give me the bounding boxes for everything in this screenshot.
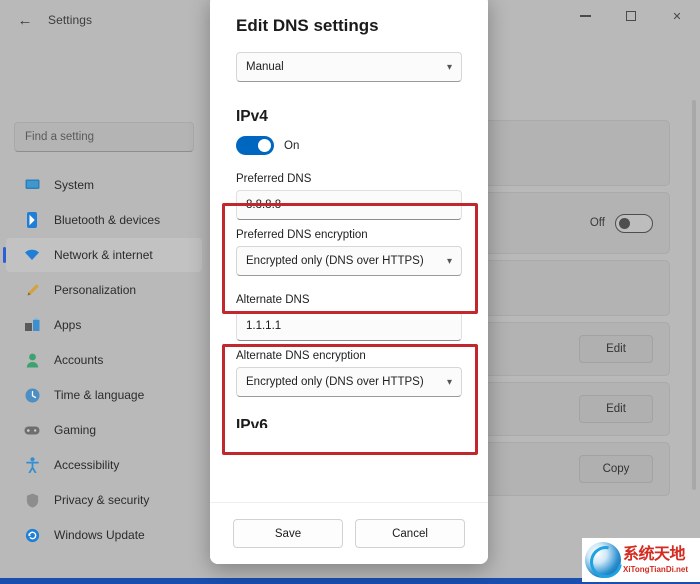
sidebar-item-label: Accounts (54, 353, 104, 367)
sidebar-item-label: Time & language (54, 388, 145, 402)
sidebar-item-privacy-security[interactable]: Privacy & security (6, 483, 202, 517)
dialog-title: Edit DNS settings (236, 16, 379, 35)
sidebar-item-system[interactable]: System (6, 168, 202, 202)
metered-connection-toggle[interactable] (615, 213, 653, 233)
bluetooth-icon (22, 211, 42, 229)
search-input[interactable]: Find a setting (14, 122, 194, 152)
copy-button[interactable]: Copy (579, 455, 653, 483)
monitor-icon (22, 176, 42, 194)
person-icon (22, 351, 42, 369)
preferred-dns-encryption-value: Encrypted only (DNS over HTTPS) (246, 255, 424, 267)
alternate-dns-encryption-select[interactable]: Encrypted only (DNS over HTTPS) ▾ (236, 367, 462, 397)
preferred-dns-encryption-select[interactable]: Encrypted only (DNS over HTTPS) ▾ (236, 246, 462, 276)
sidebar-item-label: Accessibility (54, 458, 120, 472)
preferred-dns-encryption-label: Preferred DNS encryption (236, 229, 368, 241)
chevron-down-icon: ▾ (446, 61, 452, 73)
sidebar-item-accounts[interactable]: Accounts (6, 343, 202, 377)
ipv6-heading: IPv6 (236, 417, 268, 428)
sidebar-item-gaming[interactable]: Gaming (6, 413, 202, 447)
watermark-cn-text: 系统天地 (623, 545, 686, 563)
ipv4-toggle-state: On (284, 139, 300, 152)
sidebar: Find a setting System Bluetooth & device… (0, 40, 208, 578)
edit-button[interactable]: Edit (579, 395, 653, 423)
dialog-footer: Save Cancel (210, 502, 488, 564)
brush-icon (22, 281, 42, 299)
apps-icon (22, 316, 42, 334)
save-button[interactable]: Save (233, 519, 343, 548)
sidebar-item-label: Gaming (54, 423, 97, 437)
update-icon (22, 526, 42, 544)
dns-mode-select[interactable]: Manual ▾ (236, 52, 462, 82)
chevron-down-icon: ▾ (446, 376, 452, 388)
gamepad-icon (22, 421, 42, 439)
alternate-dns-encryption-value: Encrypted only (DNS over HTTPS) (246, 376, 424, 388)
ipv4-heading: IPv4 (236, 108, 268, 125)
watermark: 系统天地 XiTongTianDi.net (582, 538, 700, 582)
ipv4-toggle[interactable] (236, 136, 274, 155)
preferred-dns-label: Preferred DNS (236, 173, 312, 185)
wifi-icon (22, 246, 42, 264)
sidebar-item-network-internet[interactable]: Network & internet (3, 238, 202, 272)
preferred-dns-input[interactable]: 8.8.8.8 (236, 190, 462, 220)
watermark-en-text: XiTongTianDi.net (623, 564, 689, 574)
toggle-state-label: Off (589, 217, 605, 229)
alternate-dns-input[interactable]: 1.1.1.1 (236, 311, 462, 341)
sidebar-item-label: Personalization (54, 283, 137, 297)
globe-logo-icon (585, 542, 621, 578)
sidebar-item-label: System (54, 178, 95, 192)
search-placeholder: Find a setting (25, 131, 95, 143)
sidebar-item-windows-update[interactable]: Windows Update (6, 518, 202, 552)
sidebar-item-personalization[interactable]: Personalization (6, 273, 202, 307)
alternate-dns-label: Alternate DNS (236, 294, 310, 306)
clock-icon (22, 386, 42, 404)
sidebar-item-bluetooth-devices[interactable]: Bluetooth & devices (6, 203, 202, 237)
app-title: Settings (48, 13, 93, 27)
dns-mode-value: Manual (246, 61, 284, 73)
sidebar-item-label: Network & internet (54, 248, 153, 262)
shield-icon (22, 491, 42, 509)
accessibility-icon (22, 456, 42, 474)
sidebar-item-label: Windows Update (54, 528, 145, 542)
content-scrollbar[interactable] (692, 100, 696, 490)
sidebar-item-time-language[interactable]: Time & language (6, 378, 202, 412)
ipv4-toggle-row: On (236, 136, 462, 155)
sidebar-nav-list: System Bluetooth & devices Network & int… (0, 168, 208, 552)
maximize-icon[interactable] (608, 0, 654, 32)
alternate-dns-encryption-label: Alternate DNS encryption (236, 350, 366, 362)
sidebar-item-accessibility[interactable]: Accessibility (6, 448, 202, 482)
cancel-button[interactable]: Cancel (355, 519, 465, 548)
dialog-body: Edit DNS settings Manual ▾ IPv4 On Prefe… (210, 0, 488, 502)
sidebar-item-label: Bluetooth & devices (54, 213, 161, 227)
chevron-down-icon: ▾ (446, 255, 452, 267)
sidebar-item-label: Apps (54, 318, 82, 332)
minimize-icon[interactable] (562, 0, 608, 32)
edit-dns-settings-dialog: Edit DNS settings Manual ▾ IPv4 On Prefe… (210, 0, 488, 564)
edit-button[interactable]: Edit (579, 335, 653, 363)
sidebar-item-apps[interactable]: Apps (6, 308, 202, 342)
sidebar-item-label: Privacy & security (54, 493, 150, 507)
close-icon[interactable]: ✕ (654, 0, 700, 32)
window-controls: ✕ (562, 0, 700, 32)
back-arrow-icon[interactable]: ← (8, 5, 42, 35)
